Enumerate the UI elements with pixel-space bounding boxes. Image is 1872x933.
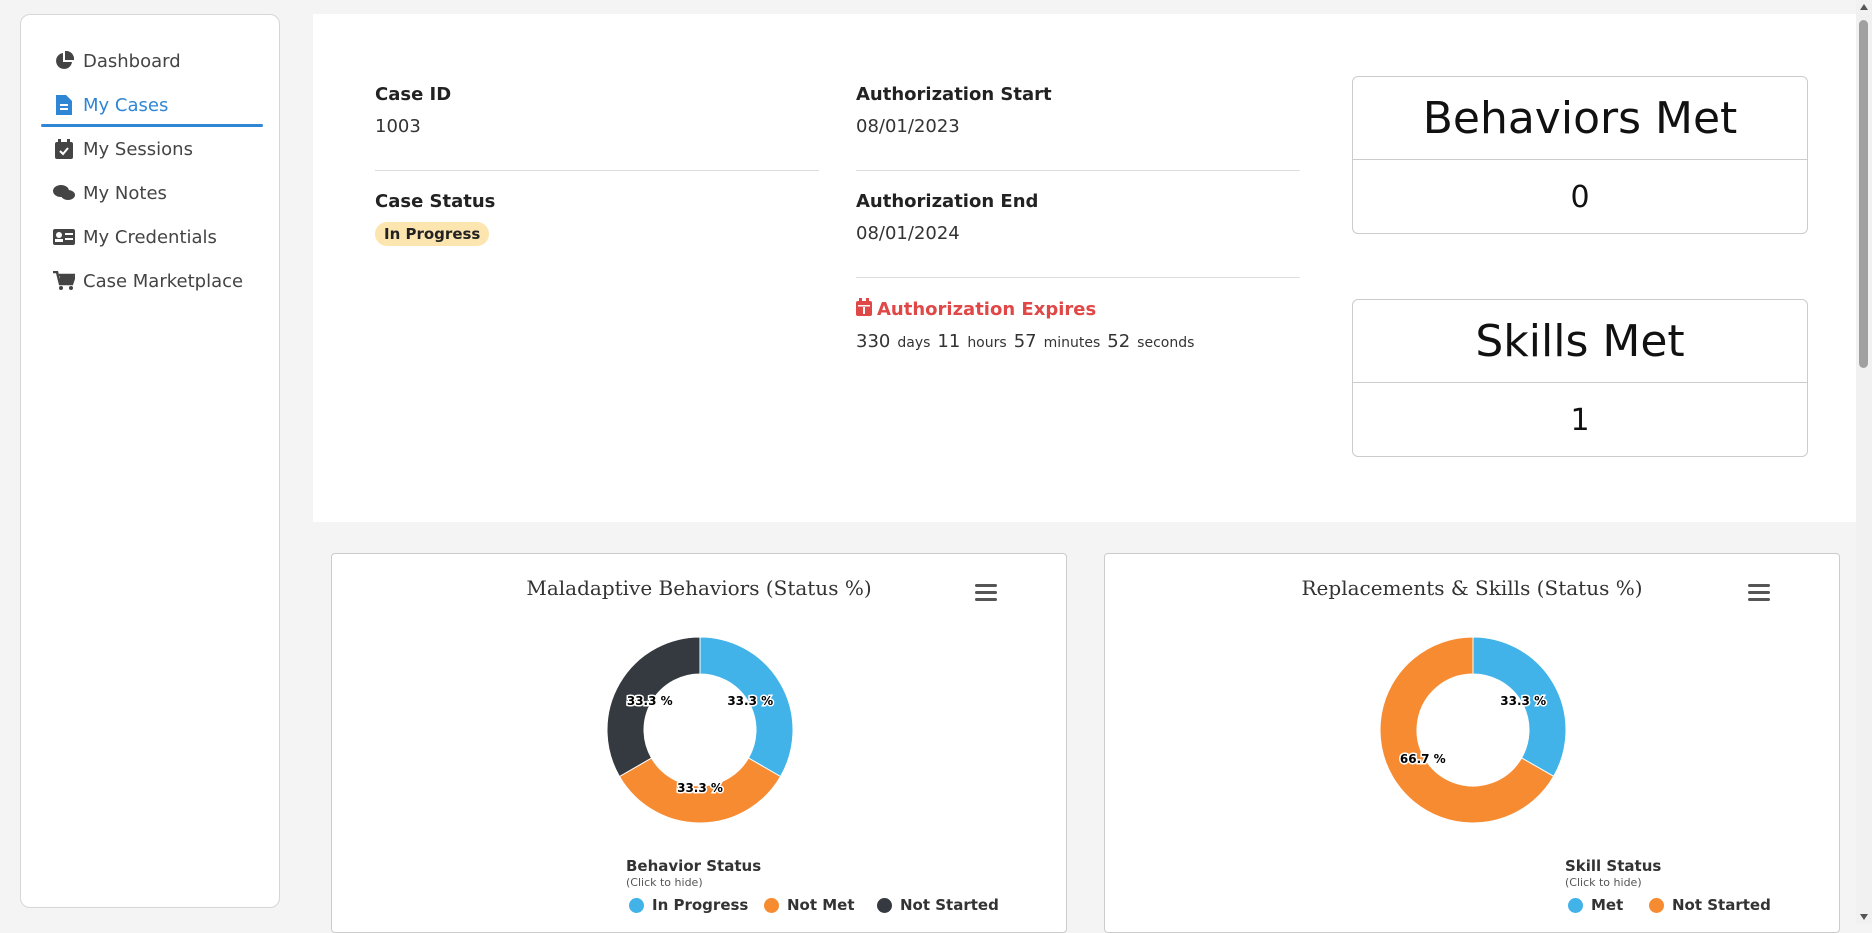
scroll-up-arrow-icon[interactable] (1860, 4, 1868, 10)
skills-chart-card: Replacements & Skills (Status %) 33.3 % 6… (1104, 553, 1840, 933)
skills-met-value: 1 (1570, 402, 1590, 438)
case-id-value: 1003 (375, 116, 421, 137)
countdown-minutes-unit: minutes (1043, 335, 1101, 351)
chart-menu-icon[interactable] (975, 584, 997, 602)
legend-title: Skill Status (1565, 857, 1662, 875)
sidebar-item-label: My Notes (83, 182, 167, 204)
comments-icon (53, 182, 75, 204)
skills-met-card: Skills Met 1 (1352, 299, 1808, 457)
legend-item-in-progress[interactable]: In Progress (629, 896, 748, 914)
legend-label: In Progress (652, 896, 749, 914)
legend-item-not-started[interactable]: Not Started (1649, 896, 1771, 914)
sidebar-item-case-marketplace[interactable]: Case Marketplace (41, 261, 263, 301)
countdown-seconds-unit: seconds (1137, 335, 1195, 351)
sidebar-item-dashboard[interactable]: Dashboard (41, 41, 263, 81)
cart-icon (53, 270, 75, 292)
legend-dot (629, 897, 644, 913)
authorization-expires: Authorization Expires (856, 298, 1096, 321)
slice-data-label: 66.7 % (1400, 752, 1446, 766)
chart-menu-icon[interactable] (1748, 584, 1770, 602)
slice-data-label: 33.3 % (627, 694, 673, 708)
chart-title: Maladaptive Behaviors (Status %) (526, 576, 872, 600)
legend-subtitle: (Click to hide) (626, 876, 703, 889)
legend-dot (764, 897, 779, 913)
legend-dot (1568, 897, 1583, 913)
scrollbar-thumb[interactable] (1859, 20, 1868, 368)
legend-label: Not Started (1672, 896, 1771, 914)
skills-donut-chart: 33.3 % 66.7 % (1379, 636, 1567, 824)
case-status-label: Case Status (375, 191, 496, 212)
authorization-expires-label: Authorization Expires (877, 299, 1097, 320)
case-info-panel: Case ID 1003 Case Status In Progress Aut… (313, 14, 1858, 522)
divider (856, 277, 1300, 278)
behaviors-met-value: 0 (1570, 179, 1590, 215)
case-id-label: Case ID (375, 84, 452, 105)
countdown-seconds: 52 (1107, 331, 1131, 352)
pie-chart-icon (53, 50, 75, 72)
legend-title: Behavior Status (626, 857, 762, 875)
countdown-hours: 11 (937, 331, 961, 352)
behaviors-chart-card: Maladaptive Behaviors (Status %) 33.3 % 3… (331, 553, 1067, 933)
calendar-check-icon (53, 138, 75, 160)
countdown: 330 days 11 hours 57 minutes 52 seconds (856, 331, 1194, 352)
calendar-icon (856, 298, 872, 321)
divider (856, 170, 1300, 171)
auth-start-label: Authorization Start (856, 84, 1052, 105)
legend-label: Met (1591, 896, 1624, 914)
slice-data-label: 33.3 % (727, 694, 773, 708)
divider (375, 170, 819, 171)
scroll-down-arrow-icon[interactable] (1860, 914, 1868, 920)
legend-dot (877, 897, 892, 913)
legend-dot (1649, 897, 1664, 913)
legend-item-not-met[interactable]: Not Met (764, 896, 855, 914)
auth-start-value: 08/01/2023 (856, 116, 960, 137)
legend-label: Not Met (787, 896, 855, 914)
behaviors-met-card: Behaviors Met 0 (1352, 76, 1808, 234)
auth-end-value: 08/01/2024 (856, 223, 960, 244)
file-icon (53, 94, 75, 116)
sidebar-item-label: My Credentials (83, 226, 217, 248)
id-card-icon (53, 226, 75, 248)
sidebar-item-label: Case Marketplace (83, 270, 244, 292)
skills-met-title: Skills Met (1353, 300, 1807, 383)
legend-item-met[interactable]: Met (1568, 896, 1623, 914)
sidebar: Dashboard My Cases My Sessions My Notes … (20, 14, 280, 908)
slice-data-label: 33.3 % (677, 781, 723, 795)
legend-subtitle: (Click to hide) (1565, 876, 1642, 889)
countdown-days: 330 (856, 331, 891, 352)
sidebar-item-my-credentials[interactable]: My Credentials (41, 217, 263, 257)
countdown-hours-unit: hours (967, 335, 1007, 351)
chart-title: Replacements & Skills (Status %) (1301, 576, 1643, 600)
page-scrollbar[interactable] (1856, 0, 1872, 924)
behaviors-met-title: Behaviors Met (1353, 77, 1807, 160)
sidebar-item-label: My Cases (83, 94, 169, 116)
sidebar-item-label: My Sessions (83, 138, 193, 160)
status-badge: In Progress (375, 222, 490, 246)
legend-item-not-started[interactable]: Not Started (877, 896, 999, 914)
slice-data-label: 33.3 % (1500, 694, 1546, 708)
auth-end-label: Authorization End (856, 191, 1039, 212)
sidebar-item-my-sessions[interactable]: My Sessions (41, 129, 263, 169)
legend-label: Not Started (900, 896, 999, 914)
countdown-days-unit: days (897, 335, 931, 351)
sidebar-item-my-cases[interactable]: My Cases (41, 85, 263, 127)
behaviors-donut-chart: 33.3 % 33.3 % 33.3 % (606, 636, 794, 824)
countdown-minutes: 57 (1013, 331, 1037, 352)
sidebar-item-my-notes[interactable]: My Notes (41, 173, 263, 213)
sidebar-item-label: Dashboard (83, 50, 181, 72)
